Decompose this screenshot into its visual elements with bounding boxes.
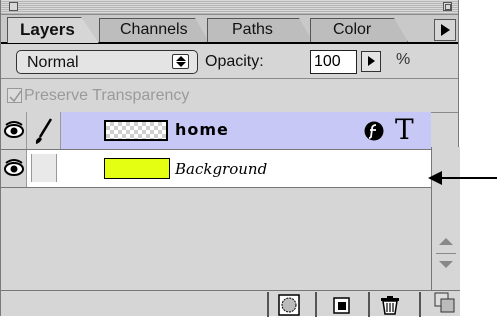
edit-state-toggle[interactable] xyxy=(31,154,57,182)
add-layer-mask-icon[interactable] xyxy=(276,293,302,317)
eye-icon xyxy=(4,121,24,138)
palette-footer xyxy=(1,290,460,317)
opacity-percent-unit: % xyxy=(396,51,411,68)
blend-mode-select[interactable]: Normal xyxy=(16,50,198,74)
preserve-transparency-checkbox[interactable] xyxy=(7,88,22,103)
edit-state-toggle[interactable] xyxy=(27,112,61,149)
layer-name[interactable]: home xyxy=(175,120,229,139)
visibility-toggle[interactable] xyxy=(1,150,27,187)
footer-separator xyxy=(267,292,269,317)
palette-tab-row: Layers Channels Paths Color xyxy=(1,15,458,44)
tab-color[interactable]: Color xyxy=(310,18,408,42)
layer-row-home[interactable]: home T xyxy=(1,112,431,150)
layers-palette: Layers Channels Paths Color Normal Opaci… xyxy=(0,0,460,317)
effects-icon[interactable] xyxy=(364,121,384,141)
layer-name[interactable]: Background xyxy=(175,160,267,178)
scroll-down-arrow-icon[interactable] xyxy=(432,255,460,275)
preserve-transparency-label: Preserve Transparency xyxy=(24,87,190,104)
new-layer-icon[interactable] xyxy=(329,293,355,317)
paintbrush-icon xyxy=(35,118,53,144)
opacity-label: Opacity: xyxy=(205,53,264,70)
callout-arrow-head-icon xyxy=(428,171,442,185)
blend-mode-value: Normal xyxy=(27,54,79,71)
layer-thumbnail xyxy=(104,158,170,179)
layer-thumbnail xyxy=(104,120,168,141)
zoom-box-icon[interactable] xyxy=(443,2,452,11)
layer-list-scrollbar[interactable] xyxy=(431,147,460,290)
footer-separator xyxy=(315,292,317,317)
layer-options-bar: Normal Opacity: 100 % xyxy=(1,44,458,79)
tab-color-label: Color xyxy=(333,21,372,38)
footer-separator xyxy=(368,292,370,317)
scroll-up-arrow-icon[interactable] xyxy=(432,232,460,252)
palette-menu-arrow-icon[interactable] xyxy=(434,19,456,41)
eye-icon xyxy=(4,159,24,176)
tab-layers[interactable]: Layers xyxy=(7,17,99,43)
opacity-input[interactable]: 100 xyxy=(310,50,357,74)
tab-channels[interactable]: Channels xyxy=(99,18,209,42)
opacity-slider-arrow-icon[interactable] xyxy=(361,51,381,72)
layer-list: home T Background xyxy=(1,112,431,290)
trash-icon[interactable] xyxy=(377,293,403,317)
close-box-icon[interactable] xyxy=(9,2,18,11)
resize-handle-icon[interactable] xyxy=(434,292,456,314)
tab-paths[interactable]: Paths xyxy=(207,18,313,42)
visibility-toggle[interactable] xyxy=(1,112,27,149)
palette-title-bar[interactable] xyxy=(1,0,458,15)
footer-separator xyxy=(419,292,421,317)
layer-row-background[interactable]: Background xyxy=(1,150,431,188)
tab-layers-label: Layers xyxy=(20,20,75,39)
tab-paths-label: Paths xyxy=(232,21,273,38)
tab-channels-label: Channels xyxy=(120,21,188,38)
scroll-arrow-divider xyxy=(436,253,456,254)
type-layer-icon: T xyxy=(395,113,414,146)
checkmark-icon xyxy=(9,90,22,103)
blend-mode-stepper-icon xyxy=(172,54,189,69)
preserve-transparency-row: Preserve Transparency xyxy=(1,79,458,113)
